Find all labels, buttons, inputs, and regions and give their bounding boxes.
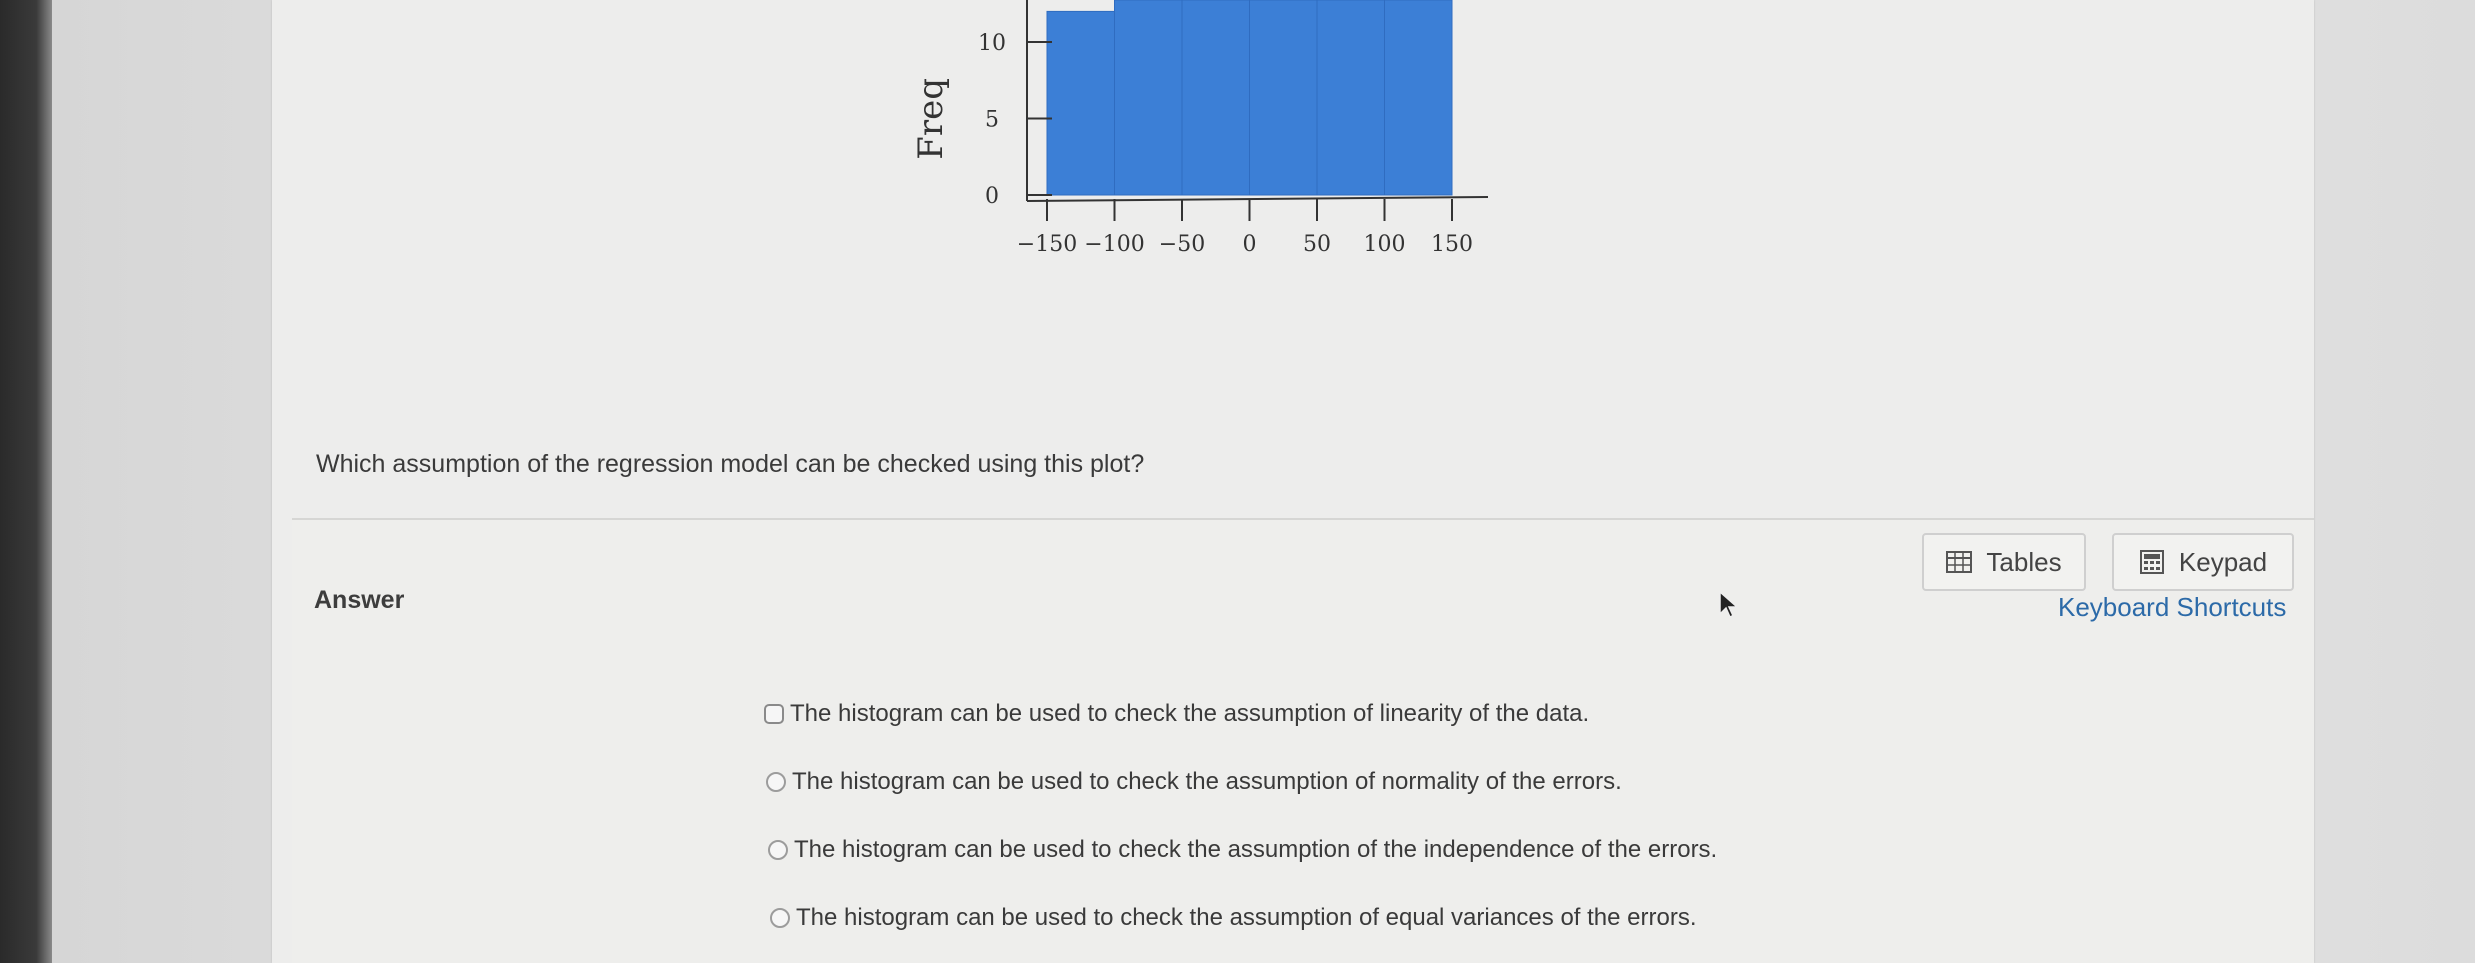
x-tick-label: −50	[1159, 232, 1205, 257]
calculator-icon	[2139, 550, 2164, 574]
x-tick-label: 150	[1431, 232, 1473, 257]
x-tick-label: 0	[1243, 232, 1257, 257]
answer-option-linearity[interactable]: The histogram can be used to check the a…	[764, 700, 1589, 728]
x-tick-label: 50	[1303, 232, 1331, 257]
x-tick-label: 100	[1364, 232, 1406, 257]
histogram-chart: 0 5 10 −150 −100 −50 0 50 100 150 Freq	[880, 0, 1520, 290]
option-text: The histogram can be used to check the a…	[794, 836, 1718, 863]
option-text: The histogram can be used to check the a…	[790, 700, 1590, 727]
histogram-bar	[1046, 10, 1115, 196]
option-text: The histogram can be used to check the a…	[796, 904, 1697, 931]
answer-option-normality[interactable]: The histogram can be used to check the a…	[766, 768, 1622, 796]
x-axis-line	[1026, 196, 1489, 202]
radio-button[interactable]	[764, 704, 784, 724]
x-tick-label: −150	[1017, 232, 1077, 257]
answer-option-equal-variances[interactable]: The histogram can be used to check the a…	[770, 904, 1697, 932]
option-text: The histogram can be used to check the a…	[792, 768, 1622, 795]
radio-button[interactable]	[770, 908, 790, 928]
y-tick-label: 10	[978, 31, 1006, 56]
tables-button[interactable]: Tables	[1922, 533, 2086, 591]
keypad-button-label: Keypad	[2178, 546, 2268, 577]
histogram-bar	[1114, 0, 1183, 196]
histogram-bar	[1384, 0, 1453, 196]
question-text: Which assumption of the regression model…	[316, 450, 1145, 478]
y-axis-label: Freq	[911, 78, 951, 160]
screen-bezel	[0, 0, 52, 963]
answer-label: Answer	[314, 586, 405, 614]
histogram-bar	[1249, 0, 1318, 196]
radio-button[interactable]	[768, 840, 788, 860]
table-grid-icon	[1946, 551, 1973, 573]
tables-button-label: Tables	[1986, 546, 2062, 577]
answer-option-independence[interactable]: The histogram can be used to check the a…	[768, 836, 1717, 864]
y-tick-label: 0	[985, 184, 999, 209]
y-tick-label: 5	[985, 108, 999, 133]
histogram-svg: 0 5 10 −150 −100 −50 0 50 100 150 Freq	[911, 0, 1489, 257]
radio-button[interactable]	[766, 772, 786, 792]
histogram-bar	[1316, 0, 1385, 196]
keyboard-shortcuts-link[interactable]: Keyboard Shortcuts	[2058, 592, 2286, 623]
histogram-bar	[1181, 0, 1250, 196]
x-tick-label: −100	[1084, 232, 1144, 257]
keypad-button[interactable]: Keypad	[2112, 533, 2294, 591]
mouse-cursor-icon	[1719, 590, 1739, 619]
